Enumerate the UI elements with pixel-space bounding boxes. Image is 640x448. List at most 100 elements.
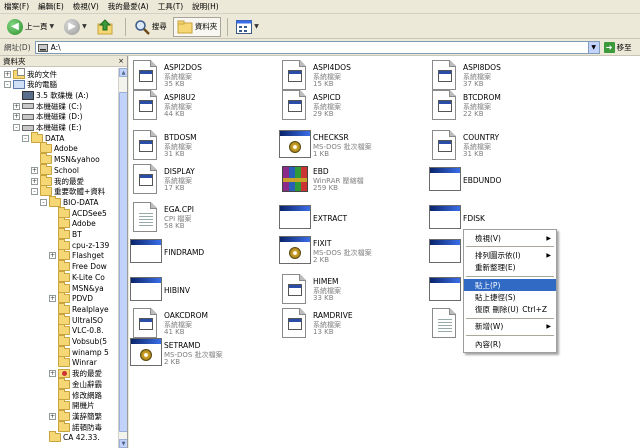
context-menu-item[interactable]: 新增(W) ▶ [464, 321, 556, 333]
tree-item[interactable]: + 本機磁碟 (D:) [13, 112, 83, 122]
expand-icon[interactable]: + [31, 166, 38, 174]
sys-file-icon [429, 130, 461, 160]
back-button[interactable]: ◀ 上一頁 ▼ [3, 17, 58, 37]
file-item[interactable]: BTCDROM 系統檔案 22 KB [429, 90, 579, 124]
folders-pane-title: 資料夾 [3, 56, 26, 66]
context-menu-item[interactable]: 貼上(P) [464, 278, 556, 292]
expand-icon[interactable]: + [4, 70, 11, 78]
context-menu-item[interactable]: 復原 刪除(U) Ctrl+Z [464, 303, 556, 315]
expand-icon[interactable]: + [49, 252, 56, 260]
expand-icon[interactable]: + [13, 102, 20, 110]
file-item[interactable]: HIMEM 系統檔案 33 KB [279, 274, 429, 308]
context-menu-item[interactable]: 檢視(V) ▶ [464, 232, 556, 244]
file-item[interactable]: CHECKSR MS-DOS 批次檔案 1 KB [279, 130, 429, 164]
sys-file-icon [279, 274, 311, 304]
collapse-icon[interactable]: - [13, 124, 20, 131]
folder-icon [58, 420, 70, 432]
menu-view[interactable]: 檢視(V) [73, 1, 99, 12]
folder-icon [58, 270, 70, 282]
menu-file[interactable]: 檔案(F) [4, 1, 29, 12]
tree-item[interactable]: Winrar [49, 356, 97, 368]
file-item[interactable]: COUNTRY 系統檔案 31 KB [429, 130, 579, 164]
search-icon [135, 19, 150, 35]
search-button[interactable]: 搜尋 [130, 17, 171, 37]
file-size: 31 KB [463, 150, 484, 158]
toolbar: ◀ 上一頁 ▼ ▶ ▼ 搜尋 資料夾 ▼ [0, 15, 640, 39]
menu-help[interactable]: 說明(H) [192, 1, 219, 12]
file-item[interactable]: ASPI4DOS 系統檔案 15 KB [279, 60, 429, 94]
submenu-arrow-icon: ▶ [546, 323, 551, 331]
file-name: EBDUNDO [463, 176, 502, 185]
tree-item[interactable]: + School [31, 163, 79, 175]
tree-item[interactable]: + 我的最愛 [49, 369, 102, 379]
context-menu-item[interactable]: 排列圖示依(I) ▶ [464, 249, 556, 261]
file-item[interactable]: ASPI8U2 系統檔案 44 KB [130, 90, 280, 124]
views-button[interactable]: ▼ [232, 17, 263, 37]
context-menu-item[interactable]: 貼上捷徑(S) [464, 291, 556, 303]
tree-item[interactable]: + 我的文件 [4, 68, 57, 79]
menu-edit[interactable]: 編輯(E) [38, 1, 64, 12]
file-item[interactable]: EBDUNDO [429, 164, 579, 198]
folders-button[interactable]: 資料夾 [172, 16, 222, 37]
file-item[interactable]: SETRAMD MS-DOS 批次檔案 2 KB [130, 338, 280, 372]
file-item[interactable]: ASPICD 系統檔案 29 KB [279, 90, 429, 124]
address-dropdown-icon[interactable]: ▼ [587, 42, 599, 53]
context-menu-item[interactable]: 內容(R) [464, 338, 556, 350]
file-item[interactable]: HIBINV [130, 274, 280, 308]
tree-item[interactable]: Adobe [31, 142, 78, 154]
file-size: 44 KB [164, 110, 185, 118]
menu-favorites[interactable]: 我的最愛(A) [108, 1, 149, 12]
menu-tools[interactable]: 工具(T) [158, 1, 183, 12]
file-name: FDISK [463, 214, 485, 223]
tree-item[interactable]: Adobe [49, 217, 96, 229]
tree-item[interactable]: + 本機磁碟 (C:) [13, 101, 82, 111]
expand-icon[interactable]: + [13, 113, 20, 121]
tree-item[interactable]: + 我的最愛 [31, 174, 84, 186]
file-item[interactable]: ASPI8DOS 系統檔案 37 KB [429, 60, 579, 94]
expand-icon[interactable]: + [49, 412, 56, 420]
tree-item[interactable]: + 漢辞簡繁 [49, 409, 102, 421]
expand-icon[interactable]: + [31, 177, 38, 185]
file-item[interactable]: FIXIT MS-DOS 批次檔案 2 KB [279, 236, 429, 270]
file-item[interactable]: RAMDRIVE 系統檔案 13 KB [279, 308, 429, 342]
tree-item-label: BT [72, 230, 82, 239]
tree-item[interactable]: CA 42.33. [40, 431, 100, 443]
tree-item-label: 開機片 [72, 401, 95, 411]
forward-button[interactable]: ▶ ▼ [60, 17, 91, 37]
folder-icon [58, 238, 70, 250]
up-folder-button[interactable] [93, 17, 119, 37]
tree-item[interactable]: 3.5 軟碟機 (A:) [13, 90, 89, 100]
file-item[interactable]: EBD WinRAR 壓縮檔 259 KB [279, 164, 429, 198]
collapse-icon[interactable]: - [40, 198, 47, 206]
tree-item[interactable]: 金山辭霸 [49, 377, 102, 389]
expand-icon[interactable]: + [49, 370, 56, 378]
tree-item[interactable]: BT [49, 228, 82, 240]
file-item[interactable]: BTDOSM 系統檔案 31 KB [130, 130, 280, 164]
scroll-thumb[interactable] [119, 92, 127, 432]
file-item[interactable]: DISPLAY 系統檔案 17 KB [130, 164, 280, 198]
tree-scrollbar[interactable]: ▲ ▼ [118, 68, 127, 448]
scroll-up-icon[interactable]: ▲ [119, 68, 127, 77]
tree-item[interactable]: 諾頓防毒 [49, 420, 102, 432]
file-item[interactable]: EGA.CPI CPI 檔案 58 KB [130, 202, 280, 236]
scroll-down-icon[interactable]: ▼ [119, 439, 127, 448]
file-item[interactable]: FINDRAMD [130, 236, 280, 270]
tree-item[interactable]: - 我的電腦 [4, 80, 57, 90]
tree-item[interactable]: - 重要軟體+資料 [31, 185, 105, 197]
close-icon[interactable]: × [118, 57, 124, 65]
tree-item[interactable]: 開機片 [49, 399, 95, 411]
tree-item[interactable]: - BIO-DATA [40, 195, 99, 207]
context-menu-item[interactable]: 重新整理(E) [464, 262, 556, 274]
address-input[interactable]: A:\ ▼ [34, 41, 600, 54]
file-item[interactable]: ASPI2DOS 系統檔案 35 KB [130, 60, 280, 94]
go-button[interactable]: ➜ 移至 [603, 42, 632, 53]
file-item[interactable]: OAKCDROM 系統檔案 41 KB [130, 308, 280, 342]
file-item[interactable]: EXTRACT [279, 202, 429, 236]
collapse-icon[interactable]: - [31, 188, 38, 196]
tree-item[interactable]: - 本機磁碟 (E:) [13, 123, 82, 133]
collapse-icon[interactable]: - [22, 134, 29, 142]
tree-item[interactable]: + PDVD [49, 292, 93, 304]
collapse-icon[interactable]: - [4, 81, 11, 89]
tree-item[interactable]: 修改網路 [49, 388, 102, 400]
expand-icon[interactable]: + [49, 295, 56, 303]
